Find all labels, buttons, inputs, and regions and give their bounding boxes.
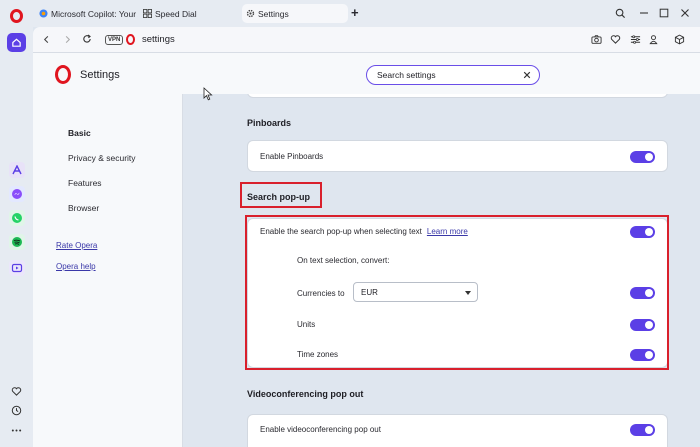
gear-icon (246, 9, 255, 18)
sidebar-history-button[interactable] (10, 404, 23, 417)
nav-features[interactable]: Features (68, 178, 102, 188)
enable-pinboards-toggle[interactable] (630, 151, 655, 163)
tab-strip: Microsoft Copilot: Your AI Speed Dial Se… (33, 0, 700, 27)
page-title: Settings (80, 69, 120, 81)
minimize-button[interactable] (637, 6, 651, 20)
highlight-box-options (245, 215, 669, 370)
browser-sidebar (0, 0, 33, 447)
new-tab-button[interactable]: + (351, 6, 359, 19)
maximize-button[interactable] (657, 6, 671, 20)
tab-label: Microsoft Copilot: Your AI (51, 8, 138, 19)
enable-video-popout-toggle[interactable] (630, 424, 655, 436)
settings-header: Settings (33, 52, 700, 94)
bookmark-heart-button[interactable] (609, 33, 621, 45)
maximize-icon (659, 8, 669, 18)
highlight-box-title (240, 182, 322, 208)
tab-label: Settings (258, 8, 289, 19)
rate-opera-link[interactable]: Rate Opera (56, 241, 97, 250)
tab-copilot[interactable]: Microsoft Copilot: Your AI (35, 4, 138, 23)
search-input[interactable] (377, 69, 517, 81)
sidebar-more-button[interactable] (10, 424, 23, 437)
opera-site-icon (126, 34, 135, 45)
back-button[interactable] (40, 33, 52, 45)
nav-privacy-security[interactable]: Privacy & security (68, 153, 136, 163)
settings-content: Pinboards Enable Pinboards Search pop-up… (184, 94, 700, 447)
more-dots-icon (11, 429, 22, 432)
mouse-cursor-icon (203, 87, 213, 101)
heart-icon (610, 34, 620, 44)
easy-setup-button[interactable] (629, 33, 641, 45)
opera-help-link[interactable]: Opera help (56, 262, 96, 271)
clock-icon (11, 405, 22, 416)
sidebar-favorites-button[interactable] (10, 385, 23, 398)
previous-card (247, 94, 668, 98)
tab-settings[interactable]: Settings (242, 4, 348, 23)
settings-nav: Basic Privacy & security Features Browse… (33, 94, 183, 447)
minimize-icon (640, 12, 648, 14)
vpn-badge[interactable]: VPN (105, 35, 124, 45)
copilot-icon (39, 9, 48, 18)
url-field[interactable]: settings (142, 34, 175, 45)
reload-icon (83, 34, 91, 43)
tab-search-button[interactable] (613, 6, 627, 20)
video-card: Enable videoconferencing pop out (247, 414, 668, 447)
enable-pinboards-label: Enable Pinboards (260, 152, 324, 161)
extensions-button[interactable] (673, 33, 685, 45)
reload-button[interactable] (81, 33, 93, 45)
enable-video-popout-label: Enable videoconferencing pop out (260, 425, 381, 434)
section-title-pinboards: Pinboards (247, 118, 292, 128)
messenger-icon (12, 189, 22, 199)
clear-search-button[interactable] (521, 69, 532, 80)
sliders-icon (630, 34, 640, 44)
home-button[interactable] (7, 33, 26, 52)
sidebar-player-button[interactable] (9, 260, 25, 276)
nav-basic[interactable]: Basic (68, 128, 91, 138)
opera-menu-icon[interactable] (10, 9, 23, 23)
chevron-left-icon (43, 35, 48, 43)
tab-speed-dial[interactable]: Speed Dial (139, 4, 211, 23)
pinboards-card: Enable Pinboards (247, 140, 668, 172)
forward-button[interactable] (61, 33, 73, 45)
sidebar-whatsapp-button[interactable] (9, 210, 25, 226)
opera-logo (55, 65, 71, 84)
aria-icon (12, 165, 22, 175)
search-settings-box[interactable] (366, 65, 540, 85)
close-window-button[interactable] (678, 6, 692, 20)
user-icon (648, 34, 658, 44)
profile-button[interactable] (647, 33, 659, 45)
search-icon (615, 8, 625, 18)
section-title-video: Videoconferencing pop out (247, 389, 364, 399)
tab-label: Speed Dial (155, 8, 197, 19)
address-bar: VPN settings (33, 27, 700, 52)
close-icon (523, 71, 530, 78)
sidebar-aria-button[interactable] (9, 162, 25, 178)
nav-browser[interactable]: Browser (68, 203, 99, 213)
snapshot-button[interactable] (590, 33, 602, 45)
whatsapp-icon (12, 213, 22, 223)
sidebar-spotify-button[interactable] (9, 234, 25, 250)
chevron-right-icon (65, 35, 70, 43)
grid-icon (143, 9, 152, 18)
camera-icon (590, 34, 602, 44)
heart-icon (11, 387, 22, 396)
sidebar-messenger-button[interactable] (9, 186, 25, 202)
close-icon (681, 9, 689, 17)
home-icon (12, 38, 21, 47)
cube-icon (674, 34, 684, 44)
spotify-icon (12, 237, 22, 247)
player-icon (11, 263, 23, 273)
